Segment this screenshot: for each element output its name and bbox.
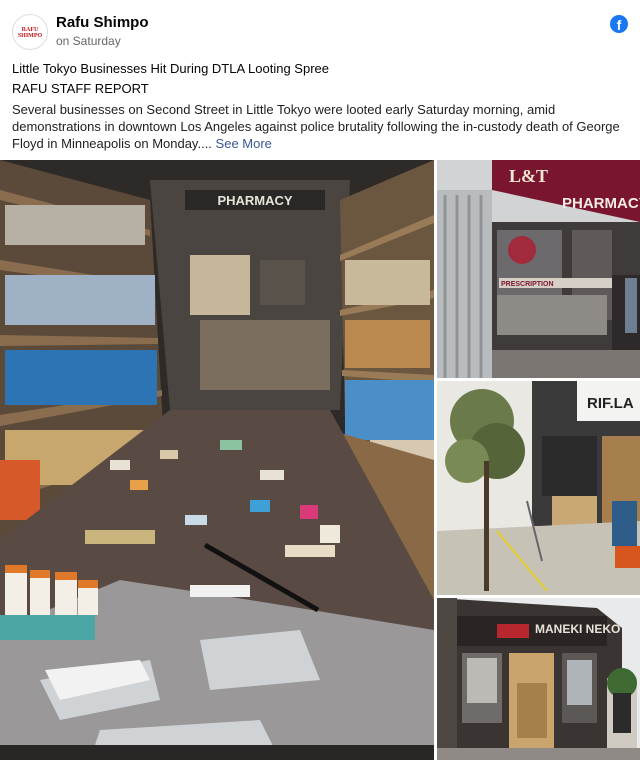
street-sign-text: RIF.LA — [587, 395, 634, 412]
avatar-logo-line2: SHIMPO — [17, 33, 43, 39]
storefront-sign-text-2: PHARMACY — [562, 195, 640, 212]
photo-restaurant[interactable]: MANEKI NEKO — [437, 598, 640, 760]
photo-pharmacy-interior[interactable]: PHARMACY — [0, 160, 434, 760]
post-body: Several businesses on Second Street in L… — [12, 101, 628, 152]
storefront-prescription-text: PRESCRIPTION — [501, 281, 554, 288]
photo-grid: PHARMACY L&T PHARMAC PRESCRIPTION RIF.LA… — [0, 160, 640, 760]
photo-street-boarded[interactable]: RIF.LA — [437, 381, 640, 595]
pharmacy-sign-text: PHARMACY — [217, 193, 292, 208]
facebook-post-card: RAFU SHIMPO Rafu Shimpo on Saturday f Li… — [0, 0, 640, 760]
restaurant-sign-text: MANEKI NEKO — [535, 622, 620, 636]
see-more-link[interactable]: See More — [216, 136, 272, 151]
post-headline: Little Tokyo Businesses Hit During DTLA … — [12, 61, 329, 76]
page-name[interactable]: Rafu Shimpo — [56, 14, 149, 31]
post-byline: RAFU STAFF REPORT — [12, 81, 149, 96]
storefront-sign-text: L&T — [509, 166, 548, 186]
post-header: RAFU SHIMPO Rafu Shimpo on Saturday f — [12, 12, 628, 52]
avatar-logo: RAFU SHIMPO — [16, 27, 44, 39]
post-body-text: Several businesses on Second Street in L… — [12, 102, 620, 151]
facebook-icon: f — [610, 15, 628, 33]
photo-storefront[interactable]: L&T PHARMACY PRESCRIPTION — [437, 160, 640, 378]
page-avatar[interactable]: RAFU SHIMPO — [12, 14, 48, 50]
post-timestamp[interactable]: on Saturday — [56, 34, 121, 48]
